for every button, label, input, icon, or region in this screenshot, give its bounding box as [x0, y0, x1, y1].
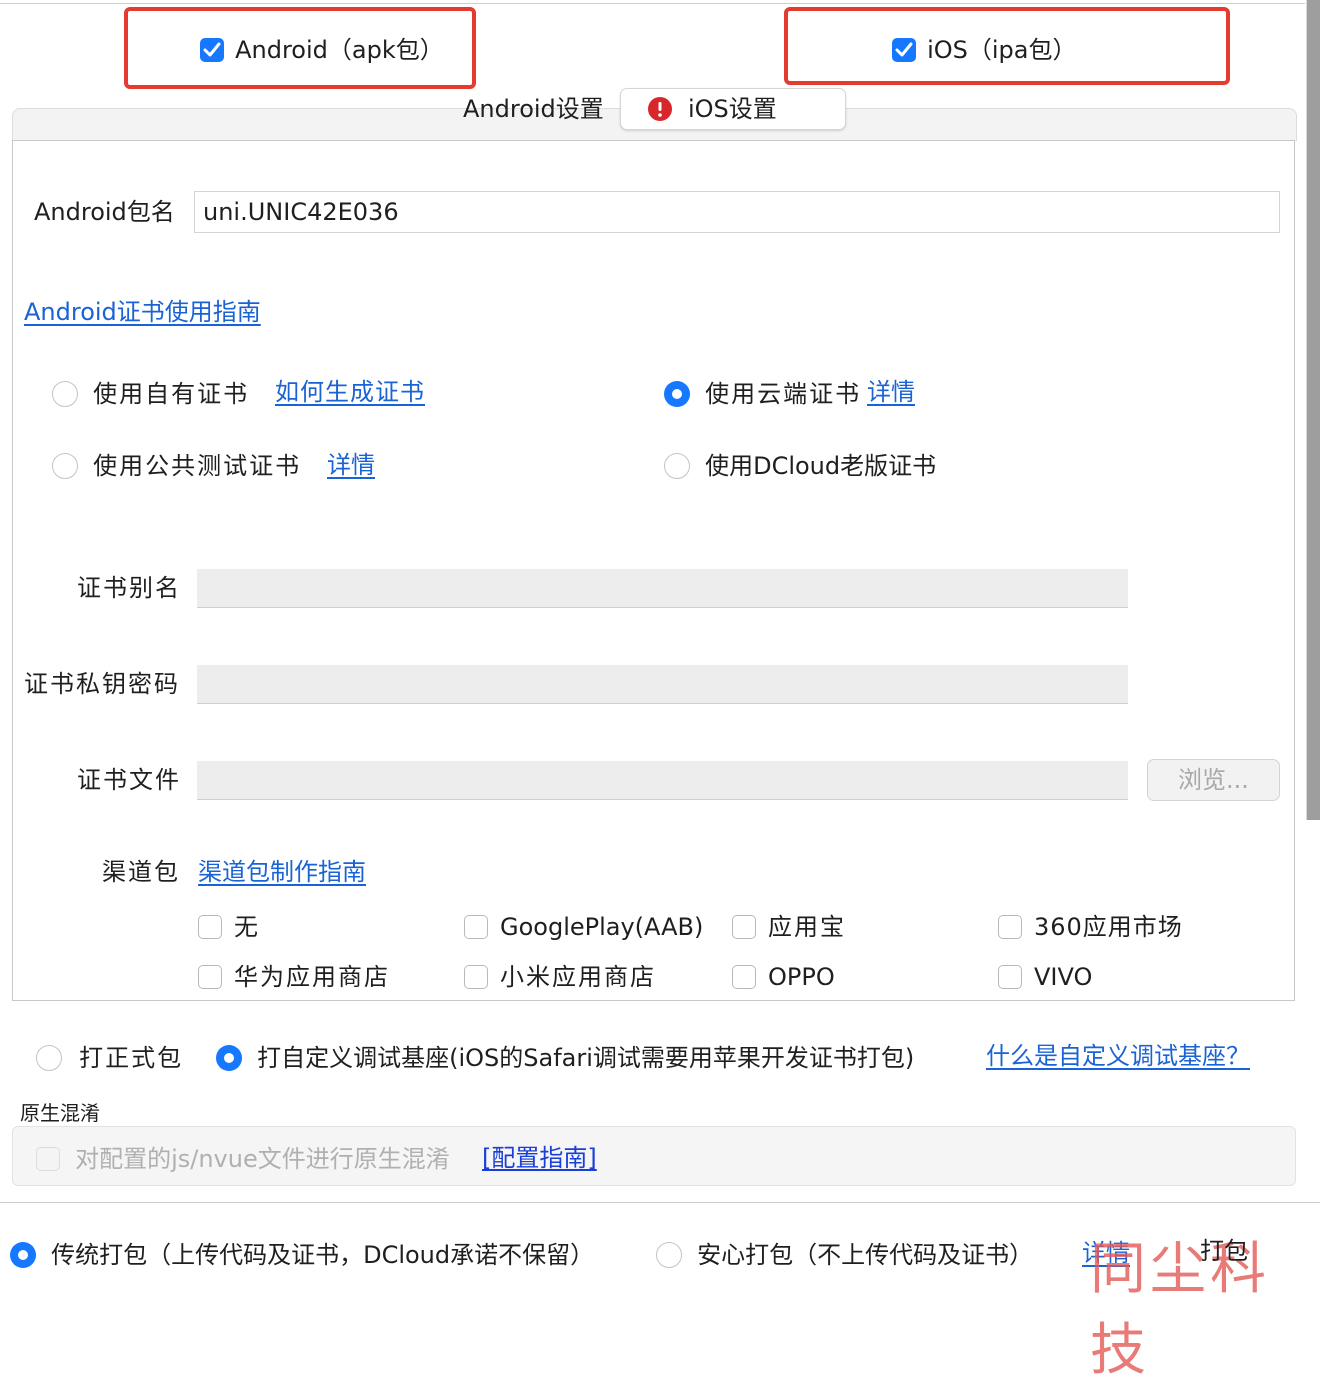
cert-file-label: 证书文件 — [77, 766, 181, 794]
how-to-generate-cert-link[interactable]: 如何生成证书 — [275, 377, 425, 407]
channel-checkbox-xiaomi[interactable]: 小米应用商店 — [464, 962, 656, 992]
build-type-custom-base[interactable]: 打自定义调试基座(iOS的Safari调试需要用苹果开发证书打包) — [216, 1043, 914, 1073]
channel-checkbox-googleplay[interactable]: GooglePlay(AAB) — [464, 912, 703, 942]
checkbox-unchecked[interactable] — [198, 965, 222, 989]
build-type-custom-base-label: 打自定义调试基座(iOS的Safari调试需要用苹果开发证书打包) — [257, 1044, 915, 1072]
package-name-value: uni.UNIC42E036 — [203, 198, 399, 226]
public-test-cert-details-link[interactable]: 详情 — [327, 450, 375, 480]
checkbox-unchecked[interactable] — [998, 965, 1022, 989]
cert-option-cloud[interactable]: 使用云端证书 — [664, 379, 861, 409]
cert-alias-label: 证书别名 — [77, 574, 181, 602]
checkbox-unchecked[interactable] — [732, 965, 756, 989]
cert-guide-link[interactable]: Android证书使用指南 — [24, 297, 261, 327]
channel-none-label: 无 — [234, 913, 258, 941]
cert-option-public-test-label: 使用公共测试证书 — [93, 452, 302, 480]
channel-guide-link[interactable]: 渠道包制作指南 — [198, 857, 366, 887]
channel-checkbox-none[interactable]: 无 — [198, 912, 258, 942]
browse-button[interactable]: 浏览... — [1147, 759, 1280, 801]
ios-platform-checkbox[interactable]: iOS（ipa包） — [892, 35, 1077, 65]
custom-base-help-link[interactable]: 什么是自定义调试基座？ — [986, 1041, 1250, 1071]
checkbox-unchecked[interactable] — [998, 915, 1022, 939]
footer-divider — [0, 1202, 1320, 1203]
obfuscation-title: 原生混淆 — [20, 1101, 100, 1125]
channel-checkbox-360[interactable]: 360应用市场 — [998, 912, 1183, 942]
radio-selected[interactable] — [10, 1242, 36, 1268]
channel-vivo-label: VIVO — [1034, 963, 1093, 991]
channel-checkbox-vivo[interactable]: VIVO — [998, 962, 1092, 992]
android-platform-label: Android（apk包） — [235, 36, 444, 64]
radio-unselected[interactable] — [52, 453, 78, 479]
checkbox-unchecked[interactable] — [732, 915, 756, 939]
window-scrollbar[interactable] — [1306, 0, 1320, 820]
build-type-formal-label: 打正式包 — [79, 1044, 184, 1072]
radio-selected[interactable] — [216, 1045, 242, 1071]
channel-checkbox-oppo[interactable]: OPPO — [732, 962, 835, 992]
tab-ios-label: iOS设置 — [688, 95, 777, 123]
checkbox-unchecked[interactable] — [464, 915, 488, 939]
cert-key-password-label: 证书私钥密码 — [24, 670, 180, 698]
pack-mode-safe-label: 安心打包（不上传代码及证书） — [697, 1241, 1034, 1269]
exclamation-warning-icon — [648, 97, 672, 121]
channel-yingyongbao-label: 应用宝 — [768, 913, 846, 941]
cert-alias-input[interactable] — [197, 569, 1128, 608]
checkbox-unchecked[interactable] — [464, 965, 488, 989]
radio-unselected[interactable] — [52, 381, 78, 407]
channel-xiaomi-label: 小米应用商店 — [500, 963, 656, 991]
cloud-cert-details-link[interactable]: 详情 — [867, 377, 915, 407]
checkbox-checked-icon — [200, 38, 224, 62]
radio-unselected[interactable] — [36, 1045, 62, 1071]
obfuscation-checkbox-label: 对配置的js/nvue文件进行原生混淆 — [75, 1145, 450, 1173]
cert-key-password-input[interactable] — [197, 665, 1128, 704]
cert-option-dcloud-legacy-label: 使用DCloud老版证书 — [705, 452, 937, 480]
tab-ios-settings[interactable]: iOS设置 — [620, 88, 846, 130]
top-divider — [0, 3, 1305, 4]
radio-selected[interactable] — [664, 381, 690, 407]
pack-mode-traditional-label: 传统打包（上传代码及证书，DCloud承诺不保留） — [51, 1241, 595, 1269]
cert-option-dcloud-legacy[interactable]: 使用DCloud老版证书 — [664, 451, 936, 481]
pack-button[interactable]: 打包 — [1200, 1236, 1248, 1266]
ios-platform-label: iOS（ipa包） — [927, 36, 1077, 64]
channel-googleplay-label: GooglePlay(AAB) — [500, 913, 704, 941]
radio-unselected[interactable] — [656, 1242, 682, 1268]
build-type-formal[interactable]: 打正式包 — [36, 1043, 183, 1073]
channel-oppo-label: OPPO — [768, 963, 835, 991]
radio-unselected[interactable] — [664, 453, 690, 479]
checkbox-checked-icon — [892, 38, 916, 62]
android-platform-checkbox[interactable]: Android（apk包） — [200, 35, 444, 65]
tab-android-settings[interactable]: Android设置 — [463, 94, 604, 124]
channel-checkbox-huawei[interactable]: 华为应用商店 — [198, 962, 390, 992]
obfuscation-guide-link[interactable]: [配置指南] — [482, 1143, 597, 1173]
channel-360-label: 360应用市场 — [1034, 913, 1183, 941]
obfuscation-checkbox[interactable]: 对配置的js/nvue文件进行原生混淆 — [36, 1144, 450, 1174]
cert-option-own-label: 使用自有证书 — [93, 380, 250, 408]
package-name-label: Android包名 — [34, 198, 175, 226]
checkbox-unchecked[interactable] — [198, 915, 222, 939]
cert-option-public-test[interactable]: 使用公共测试证书 — [52, 451, 301, 481]
checkbox-disabled[interactable] — [36, 1147, 60, 1171]
channel-huawei-label: 华为应用商店 — [234, 963, 390, 991]
pack-mode-traditional[interactable]: 传统打包（上传代码及证书，DCloud承诺不保留） — [10, 1240, 594, 1270]
pack-mode-safe[interactable]: 安心打包（不上传代码及证书） — [656, 1240, 1033, 1270]
cert-option-cloud-label: 使用云端证书 — [705, 380, 862, 408]
cert-file-input[interactable] — [197, 761, 1128, 800]
package-name-input[interactable]: uni.UNIC42E036 — [194, 191, 1280, 233]
channel-label: 渠道包 — [102, 858, 180, 886]
channel-checkbox-yingyongbao[interactable]: 应用宝 — [732, 912, 846, 942]
cert-option-own[interactable]: 使用自有证书 — [52, 379, 249, 409]
